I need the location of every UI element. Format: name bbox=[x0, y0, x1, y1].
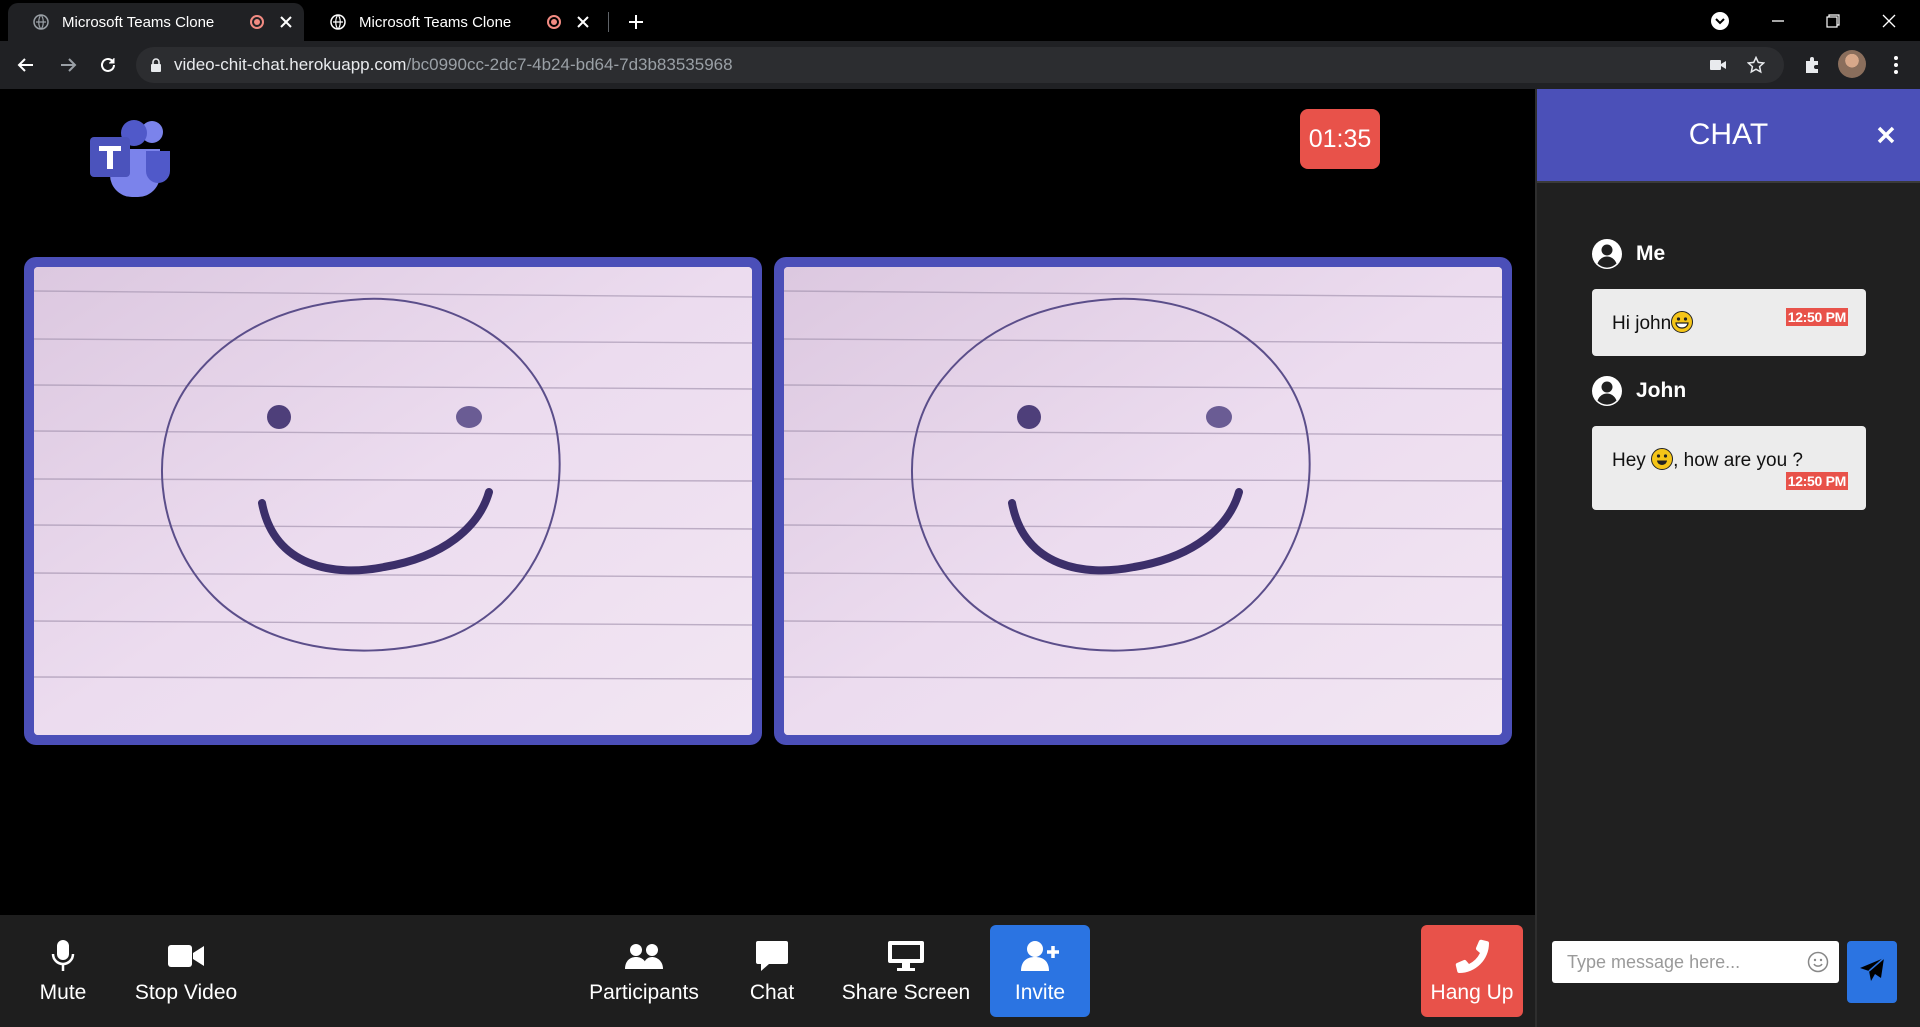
browser-tab-2[interactable]: Microsoft Teams Clone bbox=[305, 3, 601, 41]
message-sender: John bbox=[1592, 376, 1686, 406]
local-video-feed bbox=[34, 267, 752, 735]
address-bar[interactable]: video-chit-chat.herokuapp.com/bc0990cc-2… bbox=[136, 47, 1784, 83]
message-text: Hi john bbox=[1612, 311, 1694, 335]
minimize-button[interactable] bbox=[1755, 0, 1801, 41]
browser-tab-bar: Microsoft Teams Clone Microsoft Teams Cl… bbox=[0, 0, 1920, 41]
chat-label: Chat bbox=[749, 981, 795, 1004]
message-time: 12:50 PM bbox=[1785, 308, 1848, 326]
restore-button[interactable] bbox=[1810, 0, 1856, 41]
recording-indicator-icon bbox=[250, 15, 264, 29]
globe-icon bbox=[329, 13, 347, 31]
smiling-face-emoji-icon bbox=[1651, 448, 1674, 470]
video-frame-drawing bbox=[34, 267, 752, 735]
bookmark-star-icon[interactable] bbox=[1746, 55, 1766, 75]
remote-video-feed bbox=[784, 267, 1502, 735]
favicon-icon bbox=[32, 13, 50, 31]
tab-close-icon[interactable] bbox=[573, 12, 593, 32]
close-icon[interactable] bbox=[1874, 123, 1898, 147]
user-circle-icon bbox=[1592, 239, 1622, 269]
share-screen-button[interactable]: Share Screen bbox=[840, 925, 972, 1017]
reload-button[interactable] bbox=[92, 49, 124, 81]
message-body-start: Hey bbox=[1612, 450, 1652, 471]
add-user-icon bbox=[1020, 937, 1060, 975]
chat-panel: CHAT Me Hi john 12:50 PM John Hey , how … bbox=[1535, 89, 1920, 1027]
send-message-button[interactable] bbox=[1847, 941, 1897, 1003]
video-camera-icon bbox=[167, 937, 205, 975]
message-text: Hey , how are you ? bbox=[1612, 448, 1803, 472]
message-time: 12:50 PM bbox=[1785, 472, 1848, 490]
users-icon bbox=[624, 937, 664, 975]
meeting-controls-bar: Mute Stop Video Participants Chat Share … bbox=[0, 915, 1535, 1027]
mute-label: Mute bbox=[39, 981, 87, 1004]
chat-input-container bbox=[1552, 941, 1839, 983]
paper-plane-icon bbox=[1859, 956, 1885, 988]
message-bubble: Hey , how are you ? 12:50 PM bbox=[1592, 426, 1866, 510]
chat-title: CHAT bbox=[1688, 118, 1769, 151]
teams-logo-icon bbox=[90, 119, 174, 197]
chat-header: CHAT bbox=[1537, 89, 1920, 183]
monitor-icon bbox=[887, 937, 925, 975]
share-screen-label: Share Screen bbox=[841, 981, 971, 1004]
chat-message-input[interactable] bbox=[1567, 951, 1797, 973]
meeting-timer: 01:35 bbox=[1300, 109, 1380, 169]
new-tab-button[interactable] bbox=[622, 8, 650, 36]
stop-video-label: Stop Video bbox=[134, 981, 238, 1004]
invite-label: Invite bbox=[1014, 981, 1066, 1004]
back-button[interactable] bbox=[10, 49, 42, 81]
participants-label: Participants bbox=[589, 981, 699, 1004]
extensions-puzzle-icon[interactable] bbox=[1796, 49, 1828, 81]
url-path: /bc0990cc-2dc7-4b24-bd64-7d3b83535968 bbox=[406, 55, 733, 74]
sender-name: John bbox=[1636, 379, 1687, 402]
microphone-icon bbox=[51, 937, 75, 975]
grinning-face-emoji-icon bbox=[1671, 311, 1694, 333]
tab-title: Microsoft Teams Clone bbox=[62, 13, 215, 31]
tab-search-button[interactable] bbox=[1697, 0, 1743, 41]
invite-button[interactable]: Invite bbox=[990, 925, 1090, 1017]
emoji-picker-icon[interactable] bbox=[1807, 951, 1829, 978]
sender-name: Me bbox=[1636, 242, 1666, 265]
message-sender: Me bbox=[1592, 239, 1665, 269]
chat-bubble-icon bbox=[755, 937, 789, 975]
url-text: video-chit-chat.herokuapp.com/bc0990cc-2… bbox=[174, 55, 733, 75]
user-circle-icon bbox=[1592, 376, 1622, 406]
hang-up-label: Hang Up bbox=[1430, 981, 1514, 1004]
hang-up-button[interactable]: Hang Up bbox=[1421, 925, 1523, 1017]
video-frame-drawing bbox=[784, 267, 1502, 735]
profile-avatar[interactable] bbox=[1838, 50, 1866, 78]
remote-video-tile bbox=[774, 257, 1512, 745]
participants-button[interactable]: Participants bbox=[584, 925, 704, 1017]
camera-in-use-icon[interactable] bbox=[1708, 55, 1728, 75]
forward-button[interactable] bbox=[52, 49, 84, 81]
stop-video-button[interactable]: Stop Video bbox=[130, 925, 242, 1017]
message-bubble: Hi john 12:50 PM bbox=[1592, 289, 1866, 356]
browser-tab-1[interactable]: Microsoft Teams Clone bbox=[8, 3, 304, 41]
meeting-app: 01:35 Mute Stop Video Participants Chat … bbox=[0, 89, 1920, 1027]
chat-button[interactable]: Chat bbox=[738, 925, 806, 1017]
phone-icon bbox=[1455, 937, 1489, 975]
url-host: video-chit-chat.herokuapp.com bbox=[174, 55, 407, 74]
tab-title: Microsoft Teams Clone bbox=[359, 13, 512, 31]
browser-menu-icon[interactable] bbox=[1880, 49, 1912, 81]
recording-indicator-icon bbox=[547, 15, 561, 29]
message-body-end: , how are you ? bbox=[1673, 450, 1803, 471]
local-video-tile bbox=[24, 257, 762, 745]
tab-close-icon[interactable] bbox=[276, 12, 296, 32]
tab-separator bbox=[608, 12, 609, 32]
browser-toolbar: video-chit-chat.herokuapp.com/bc0990cc-2… bbox=[0, 41, 1920, 89]
mute-button[interactable]: Mute bbox=[22, 925, 104, 1017]
close-window-button[interactable] bbox=[1866, 0, 1912, 41]
message-body: Hi john bbox=[1612, 313, 1672, 334]
lock-icon bbox=[150, 58, 162, 72]
